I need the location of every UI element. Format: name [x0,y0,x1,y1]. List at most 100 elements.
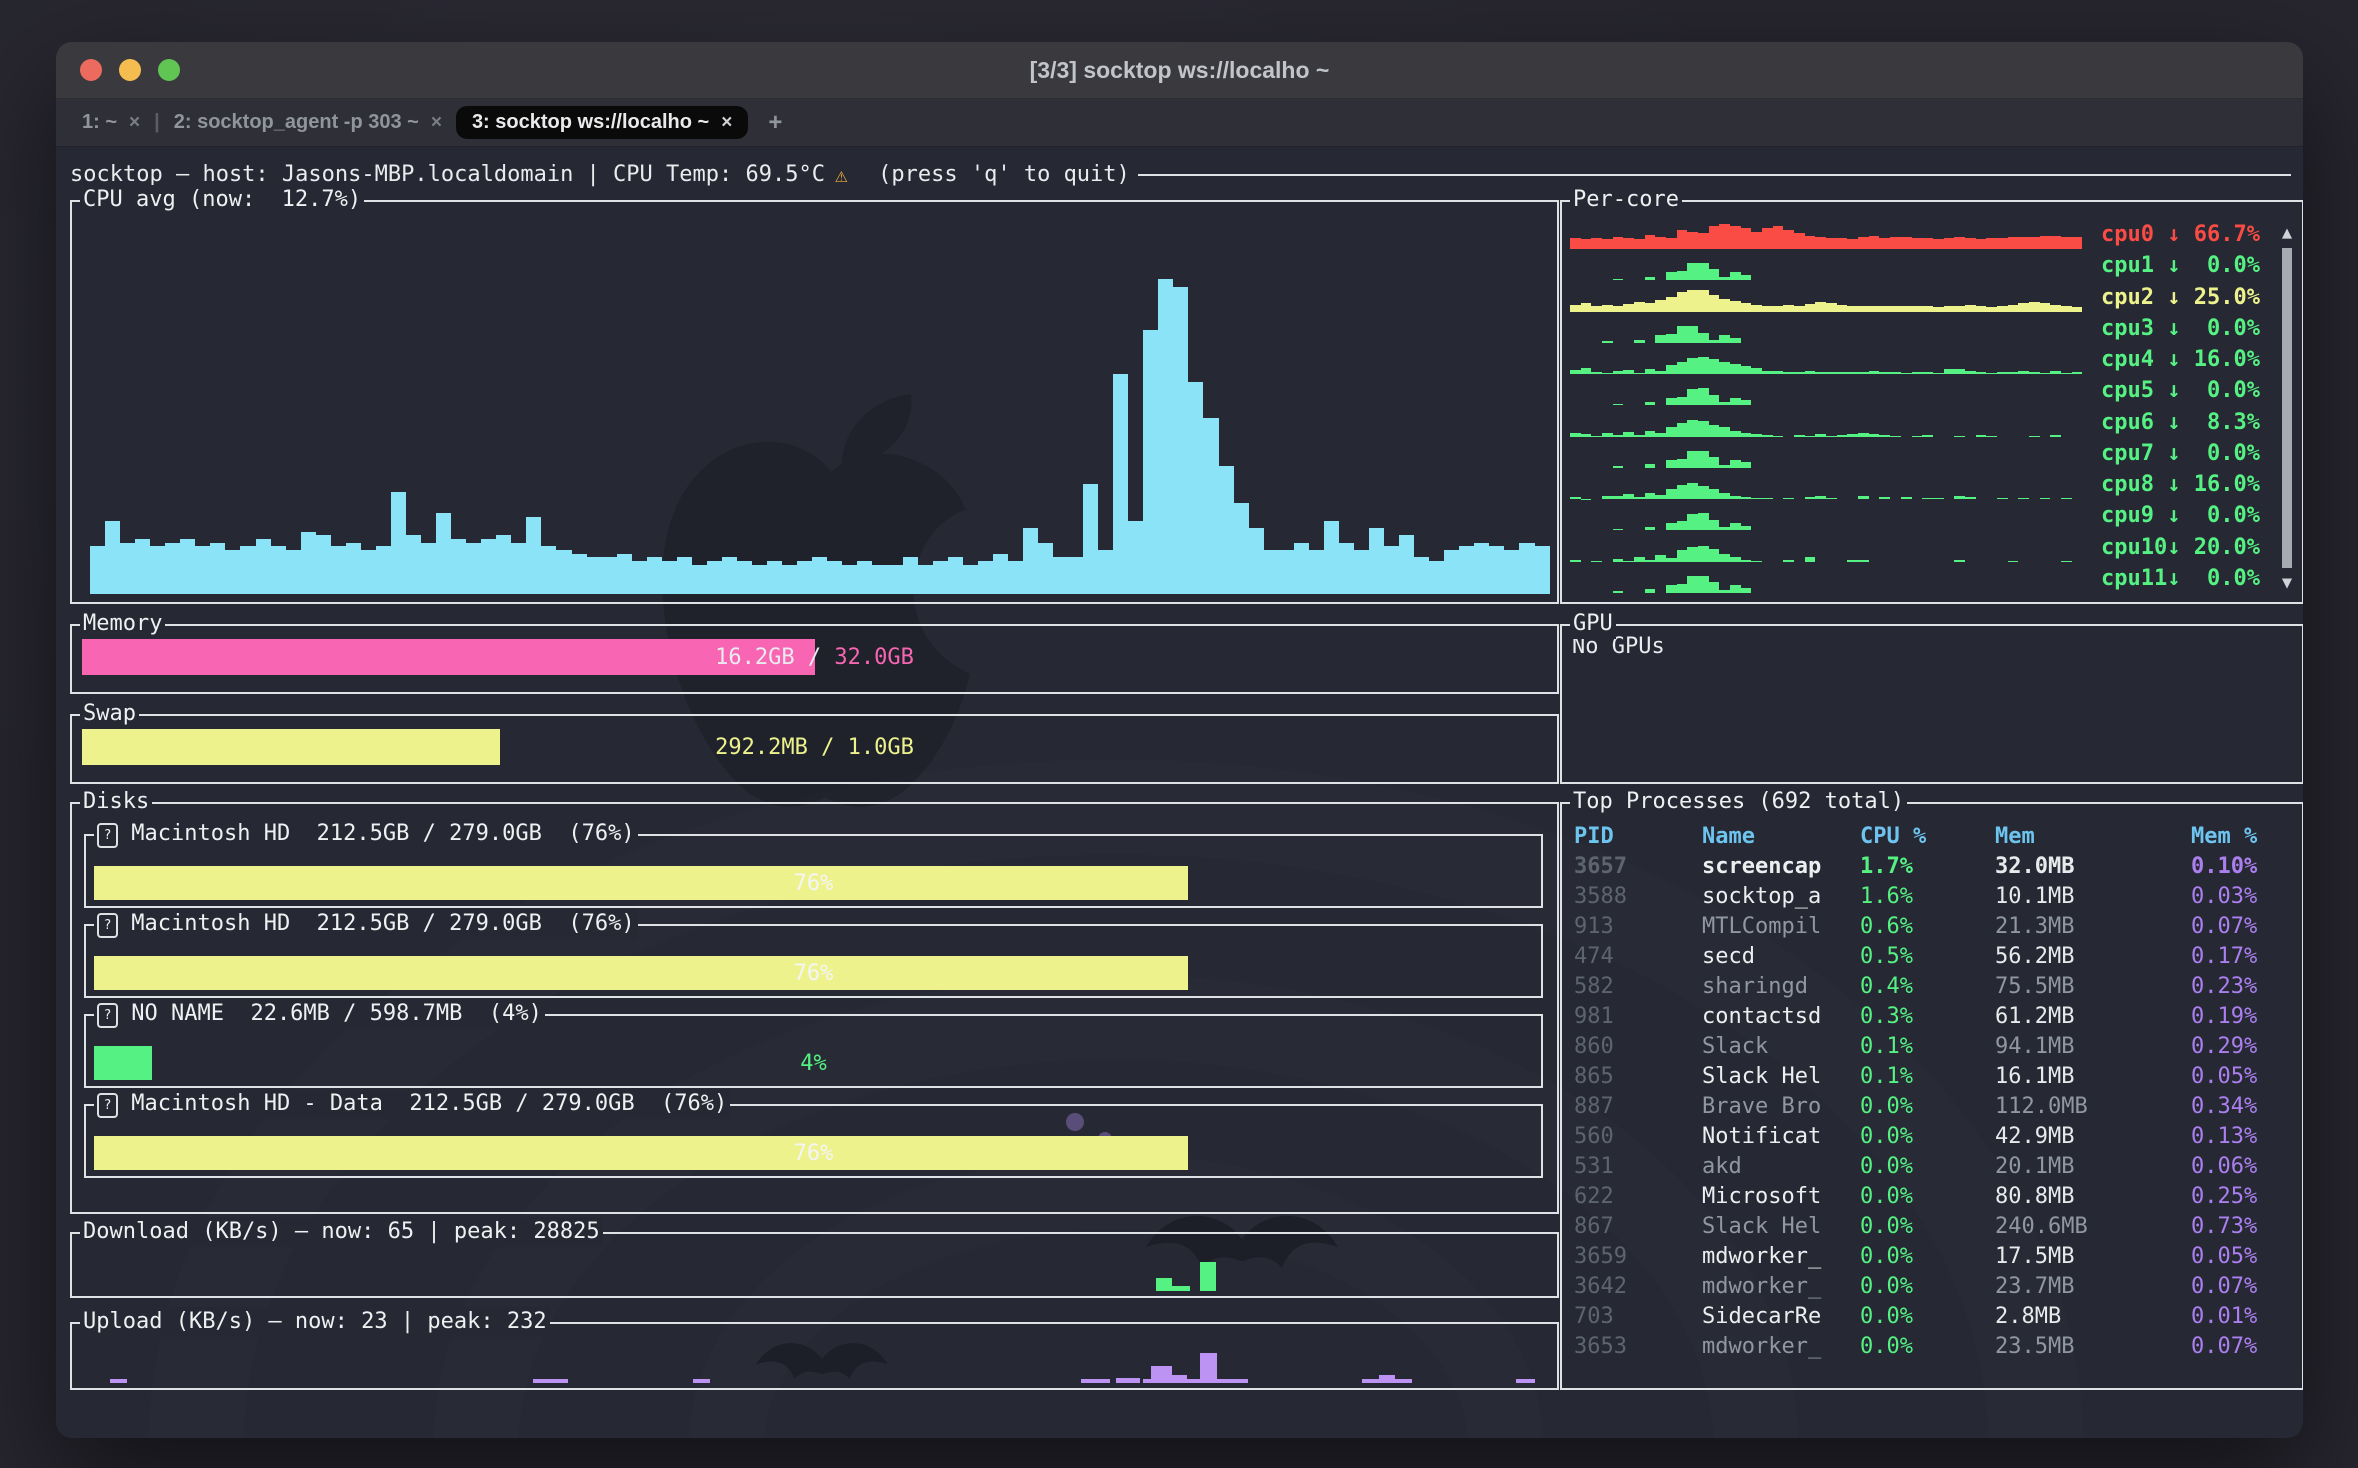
chart-bar [1954,436,1965,437]
chart-bar [1719,527,1730,530]
chart-bar [2050,371,2061,374]
chart-bar [1504,550,1519,594]
net-bar [1379,1375,1395,1383]
core-label: cpu11↓ 0.0% [2101,564,2260,594]
zoom-button[interactable] [158,59,180,81]
disk-percent-label: 76% [794,871,834,896]
chart-bar [1869,434,1880,436]
chart-bar [1570,560,1581,562]
chart-bar [1730,364,1741,374]
chart-bar [1602,496,1613,499]
cell-mempct: 0.34% [2191,1092,2294,1122]
cell-mempct: 0.19% [2191,1002,2294,1032]
chart-bar [2061,237,2072,249]
chart-bar [1944,238,1955,249]
core-label: cpu2 ↓ 25.0% [2101,283,2260,313]
chart-bar [1677,485,1688,499]
chart-bar [1741,588,1752,593]
chart-bar [2050,236,2061,250]
chart-bar [436,513,451,594]
window-titlebar[interactable]: [3/3] socktop ws://localho ~ [56,42,2303,99]
chart-bar [1459,546,1474,594]
chart-bar [1751,368,1762,374]
tab-1[interactable]: 1: ~× [82,111,140,134]
disk-icon: ? [97,1093,118,1118]
core-row-cpu0: cpu0 ↓ 66.7% [1570,220,2266,250]
chart-bar [1098,550,1113,594]
net-bar [693,1379,711,1383]
cell-name: Notificat [1702,1122,1860,1152]
chart-bar [1655,371,1666,374]
chart-bar [1783,372,1794,374]
process-row: 981contactsd0.3%61.2MB0.19% [1574,1002,2294,1032]
chart-bar [1677,550,1688,561]
per-core-scrollbar[interactable]: ▲ ▼ [2278,222,2296,594]
chart-bar [1264,550,1279,594]
disk-gauge: 76% [94,956,1533,990]
cell-mempct: 0.23% [2191,972,2294,1002]
tab-2[interactable]: 2: socktop_agent -p 303 ~× [174,111,442,134]
memory-title: Memory [80,609,165,639]
chart-bar [978,561,993,594]
chart-bar [1741,303,1752,311]
chart-bar [1794,233,1805,249]
chart-bar [195,546,210,594]
chart-bar [1698,357,1709,374]
chart-bar [722,557,737,594]
cell-mempct: 0.07% [2191,912,2294,942]
chart-bar [1922,238,1933,249]
chart-bar [1613,404,1624,406]
cell-name: mdworker_ [1702,1272,1860,1302]
cell-cpu: 0.0% [1860,1242,1995,1272]
scroll-up-arrow[interactable]: ▲ [2278,222,2296,244]
chart-bar [1369,528,1384,594]
tab-close-icon[interactable]: × [721,112,732,134]
core-sparkline [1570,566,2082,593]
traffic-lights [56,59,180,81]
chart-bar [1986,238,1997,249]
chart-bar [1068,557,1083,594]
chart-bar [1634,340,1645,343]
top-processes-panel: Top Processes (692 total) PID Name CPU %… [1560,802,2303,1390]
chart-bar [1815,237,1826,249]
per-core-panel: Per-core cpu0 ↓ 66.7%cpu1 ↓ 0.0%cpu2 ↓ 2… [1560,200,2303,604]
process-row: 3642mdworker_0.0%23.7MB0.07% [1574,1272,2294,1302]
new-tab-button[interactable]: + [768,109,782,137]
minimize-button[interactable] [119,59,141,81]
chart-bar [1623,561,1634,562]
close-button[interactable] [80,59,102,81]
chart-bar [1698,290,1709,311]
core-row-cpu2: cpu2 ↓ 25.0% [1570,283,2266,313]
cell-mempct: 0.73% [2191,1212,2294,1242]
cell-mem: 75.5MB [1995,972,2191,1002]
chart-bar [1741,526,1752,531]
chart-bar [1384,546,1399,594]
chart-bar [1954,237,1965,249]
chart-bar [1730,460,1741,468]
cell-mem: 56.2MB [1995,942,2191,972]
scroll-down-arrow[interactable]: ▼ [2278,572,2296,594]
download-chart [82,1240,1547,1291]
core-label: cpu1 ↓ 0.0% [2101,251,2260,281]
chart-bar [1773,371,1784,374]
tab-3[interactable]: 3: socktop ws://localho ~× [456,106,748,139]
cell-cpu: 0.0% [1860,1092,1995,1122]
tab-close-icon[interactable]: × [129,112,140,134]
memory-gauge: 16.2GB / 32.0GB [82,639,1547,675]
tab-close-icon[interactable]: × [431,112,442,134]
chart-bar [1698,333,1709,343]
cell-mempct: 0.05% [2191,1242,2294,1272]
chart-bar [948,557,963,594]
chart-bar [1709,295,1720,311]
cell-cpu: 0.3% [1860,1002,1995,1032]
cell-cpu: 0.0% [1860,1182,1995,1212]
chart-bar [1709,457,1720,468]
chart-bar [1805,497,1816,499]
chart-bar [1730,398,1741,406]
core-row-cpu1: cpu1 ↓ 0.0% [1570,251,2266,281]
chart-bar [1762,306,1773,312]
chart-bar [1762,498,1773,499]
scrollbar-thumb[interactable] [2282,248,2292,568]
chart-bar [2072,307,2083,311]
chart-bar [1581,434,1592,436]
